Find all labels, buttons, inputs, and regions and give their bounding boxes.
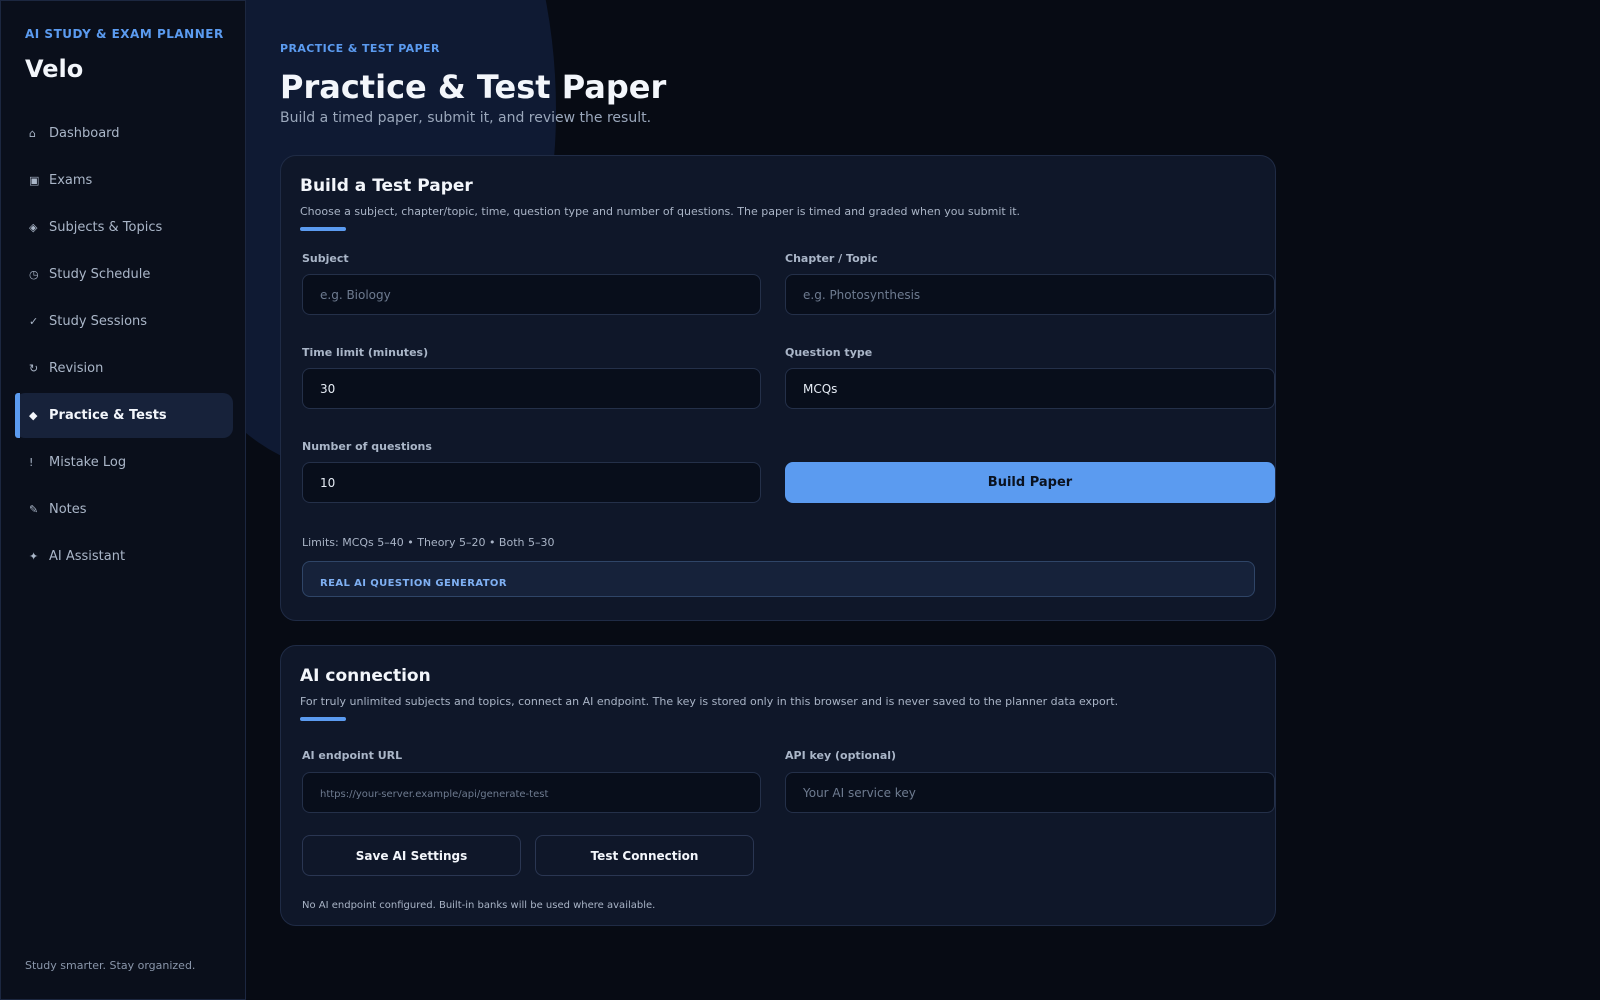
app-root: AI STUDY & EXAM PLANNER Velo ⌂ Dashboard… bbox=[0, 0, 1600, 1000]
alert-icon: ! bbox=[29, 456, 34, 469]
check-icon: ✓ bbox=[29, 315, 39, 328]
sidebar-nav: ⌂ Dashboard ▣ Exams ◈ Subjects & Topics … bbox=[15, 111, 233, 581]
sidebar-item-practice-tests[interactable]: ◆ Practice & Tests bbox=[15, 393, 233, 438]
sidebar-tagline: Study smarter. Stay organized. bbox=[25, 959, 196, 972]
card-accent-rule bbox=[300, 227, 346, 231]
sidebar-item-mistake-log[interactable]: ! Mistake Log bbox=[15, 440, 233, 485]
endpoint-url-input[interactable] bbox=[302, 772, 761, 813]
brand-name[interactable]: Velo bbox=[25, 55, 83, 83]
sidebar-item-label: Study Sessions bbox=[49, 314, 148, 329]
page-subtitle: Build a timed paper, submit it, and revi… bbox=[280, 110, 652, 126]
sidebar-item-study-sessions[interactable]: ✓ Study Sessions bbox=[15, 299, 233, 344]
time-limit-label: Time limit (minutes) bbox=[302, 346, 429, 359]
question-type-label: Question type bbox=[785, 346, 873, 359]
sidebar-item-label: Subjects & Topics bbox=[49, 220, 163, 235]
card-title: Build a Test Paper bbox=[300, 176, 473, 196]
ai-connection-card: AI connection For truly unlimited subjec… bbox=[280, 645, 1276, 926]
home-icon: ⌂ bbox=[29, 127, 36, 140]
sidebar-item-label: Notes bbox=[49, 502, 87, 517]
sidebar-item-label: Exams bbox=[49, 173, 93, 188]
question-type-select[interactable] bbox=[785, 368, 1275, 409]
sidebar-item-label: Practice & Tests bbox=[49, 408, 167, 423]
limits-hint: Limits: MCQs 5–40 • Theory 5–20 • Both 5… bbox=[302, 536, 555, 549]
clock-icon: ◷ bbox=[29, 268, 39, 281]
diamond-icon: ◆ bbox=[29, 409, 38, 422]
sidebar-item-label: Dashboard bbox=[49, 126, 120, 141]
ai-generator-banner-label: REAL AI QUESTION GENERATOR bbox=[320, 578, 507, 589]
save-ai-settings-button[interactable]: Save AI Settings bbox=[302, 835, 521, 876]
sidebar-item-label: Mistake Log bbox=[49, 455, 127, 470]
api-key-input[interactable] bbox=[785, 772, 1275, 813]
card-title: AI connection bbox=[300, 666, 431, 686]
sidebar-item-label: Study Schedule bbox=[49, 267, 151, 282]
sidebar-item-ai-assistant[interactable]: ✦ AI Assistant bbox=[15, 534, 233, 579]
build-paper-button[interactable]: Build Paper bbox=[785, 462, 1275, 503]
time-limit-input[interactable] bbox=[302, 368, 761, 409]
exam-icon: ▣ bbox=[29, 174, 40, 187]
sidebar-item-revision[interactable]: ↻ Revision bbox=[15, 346, 233, 391]
sidebar-item-subjects-topics[interactable]: ◈ Subjects & Topics bbox=[15, 205, 233, 250]
sidebar-item-notes[interactable]: ✎ Notes bbox=[15, 487, 233, 532]
refresh-icon: ↻ bbox=[29, 362, 39, 375]
question-count-input[interactable] bbox=[302, 462, 761, 503]
sidebar-item-dashboard[interactable]: ⌂ Dashboard bbox=[15, 111, 233, 156]
sidebar: AI STUDY & EXAM PLANNER Velo ⌂ Dashboard… bbox=[0, 0, 246, 1000]
sidebar-item-label: Revision bbox=[49, 361, 104, 376]
subjects-icon: ◈ bbox=[29, 221, 38, 234]
page-eyebrow: PRACTICE & TEST PAPER bbox=[280, 42, 440, 55]
ai-generator-banner[interactable]: REAL AI QUESTION GENERATOR bbox=[302, 561, 1255, 597]
sidebar-item-study-schedule[interactable]: ◷ Study Schedule bbox=[15, 252, 233, 297]
sidebar-item-label: AI Assistant bbox=[49, 549, 126, 564]
build-test-paper-card: Build a Test Paper Choose a subject, cha… bbox=[280, 155, 1276, 621]
ai-status-text: No AI endpoint configured. Built-in bank… bbox=[302, 900, 656, 911]
page-title: Practice & Test Paper bbox=[280, 68, 667, 106]
endpoint-label: AI endpoint URL bbox=[302, 749, 403, 762]
main-content: PRACTICE & TEST PAPER Practice & Test Pa… bbox=[246, 0, 1600, 1000]
question-count-label: Number of questions bbox=[302, 440, 432, 453]
card-description: Choose a subject, chapter/topic, time, q… bbox=[300, 205, 1021, 218]
pencil-icon: ✎ bbox=[29, 503, 39, 516]
card-description: For truly unlimited subjects and topics,… bbox=[300, 695, 1119, 708]
sidebar-item-exams[interactable]: ▣ Exams bbox=[15, 158, 233, 203]
topic-input[interactable] bbox=[785, 274, 1275, 315]
subject-input[interactable] bbox=[302, 274, 761, 315]
topic-label: Chapter / Topic bbox=[785, 252, 878, 265]
card-accent-rule bbox=[300, 717, 346, 721]
test-connection-button[interactable]: Test Connection bbox=[535, 835, 754, 876]
brand-eyebrow: AI STUDY & EXAM PLANNER bbox=[25, 27, 224, 41]
api-key-label: API key (optional) bbox=[785, 749, 897, 762]
subject-label: Subject bbox=[302, 252, 349, 265]
sparkle-icon: ✦ bbox=[29, 550, 39, 563]
